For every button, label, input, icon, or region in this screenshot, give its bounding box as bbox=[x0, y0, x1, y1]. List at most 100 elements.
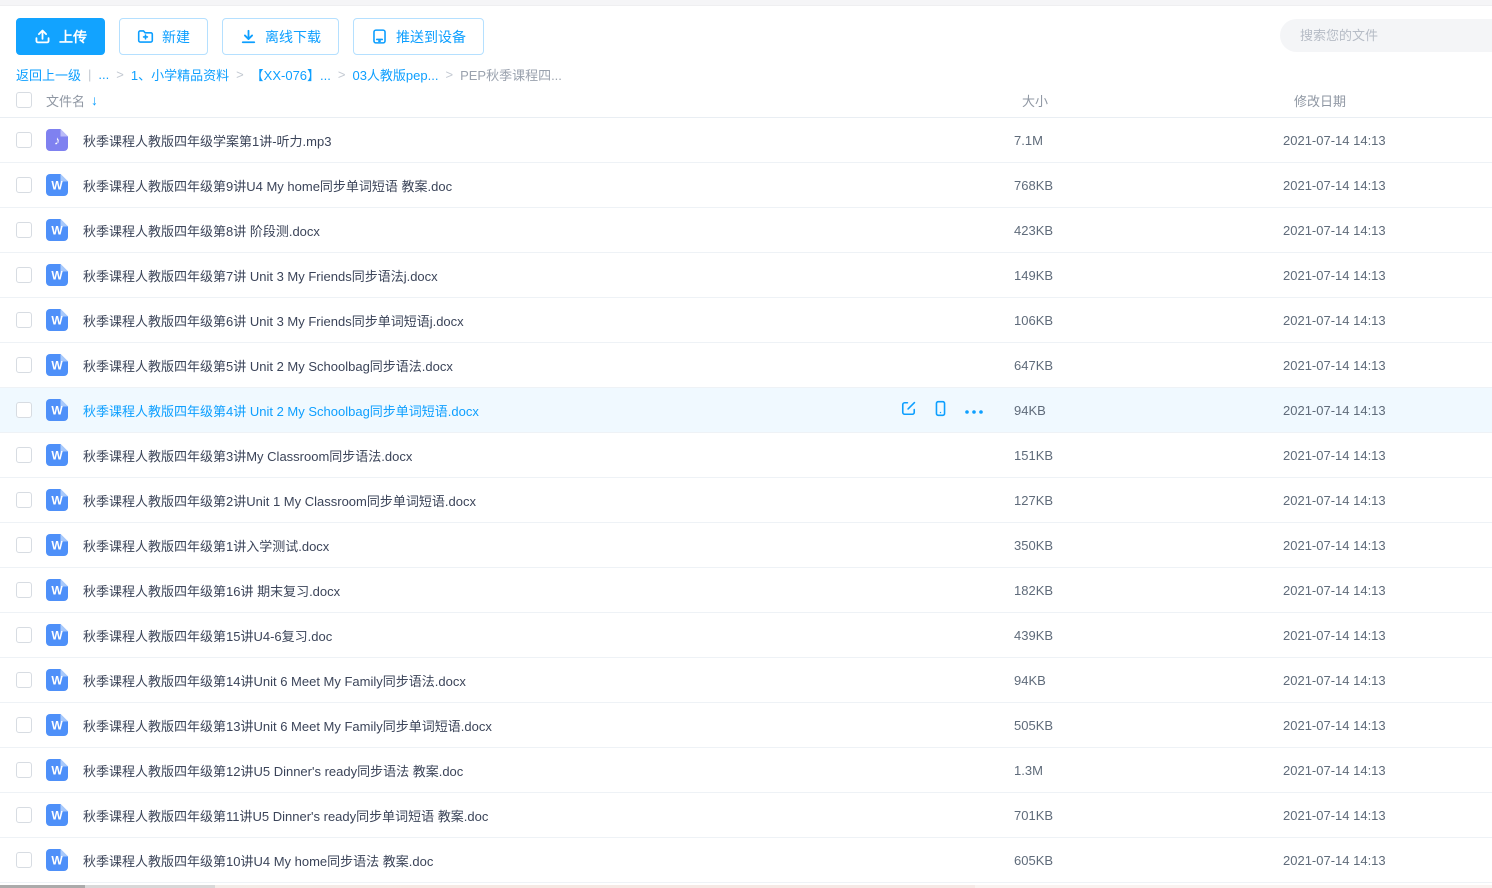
file-row[interactable]: W 秋季课程人教版四年级第10讲U4 My home同步语法 教案.doc 60… bbox=[0, 838, 1492, 883]
sort-desc-icon[interactable]: ↓ bbox=[91, 93, 98, 107]
new-button[interactable]: 新建 bbox=[119, 18, 208, 55]
header-name-label[interactable]: 文件名 bbox=[46, 91, 85, 110]
row-checkbox[interactable] bbox=[16, 132, 32, 148]
more-actions-icon[interactable] bbox=[964, 403, 984, 418]
search-input[interactable] bbox=[1280, 19, 1492, 52]
file-name-link[interactable]: 秋季课程人教版四年级第14讲Unit 6 Meet My Family同步语法.… bbox=[83, 671, 466, 690]
row-checkbox[interactable] bbox=[16, 357, 32, 373]
row-icon-cell: W bbox=[46, 399, 83, 421]
row-name-cell: 秋季课程人教版四年级第7讲 Unit 3 My Friends同步语法j.doc… bbox=[83, 266, 1014, 285]
row-checkbox[interactable] bbox=[16, 267, 32, 283]
file-date: 2021-07-14 14:13 bbox=[1283, 673, 1492, 688]
header-date-label[interactable]: 修改日期 bbox=[1283, 91, 1492, 110]
file-row[interactable]: W 秋季课程人教版四年级第5讲 Unit 2 My Schoolbag同步语法.… bbox=[0, 343, 1492, 388]
file-size: 151KB bbox=[1014, 448, 1283, 463]
file-row[interactable]: W 秋季课程人教版四年级第9讲U4 My home同步单词短语 教案.doc 7… bbox=[0, 163, 1492, 208]
file-name-link[interactable]: 秋季课程人教版四年级学案第1讲-听力.mp3 bbox=[83, 131, 331, 150]
row-checkbox[interactable] bbox=[16, 852, 32, 868]
file-row[interactable]: W 秋季课程人教版四年级第15讲U4-6复习.doc 439KB 2021-07… bbox=[0, 613, 1492, 658]
file-name-link[interactable]: 秋季课程人教版四年级第9讲U4 My home同步单词短语 教案.doc bbox=[83, 176, 452, 195]
select-all-checkbox[interactable] bbox=[16, 92, 32, 108]
row-checkbox[interactable] bbox=[16, 402, 32, 418]
file-name-link[interactable]: 秋季课程人教版四年级第4讲 Unit 2 My Schoolbag同步单词短语.… bbox=[83, 401, 479, 420]
file-type-icon: W bbox=[46, 669, 68, 691]
file-row[interactable]: W 秋季课程人教版四年级第1讲入学测试.docx 350KB 2021-07-1… bbox=[0, 523, 1492, 568]
file-type-icon: W bbox=[46, 174, 68, 196]
file-date: 2021-07-14 14:13 bbox=[1283, 583, 1492, 598]
row-checkbox[interactable] bbox=[16, 537, 32, 553]
breadcrumb-link[interactable]: 03人教版pep... bbox=[352, 65, 438, 84]
file-type-icon: W bbox=[46, 444, 68, 466]
row-icon-cell: W bbox=[46, 624, 83, 646]
row-icon-cell: W bbox=[46, 489, 83, 511]
row-checkbox[interactable] bbox=[16, 492, 32, 508]
row-checkbox-cell bbox=[16, 312, 46, 328]
file-name-link[interactable]: 秋季课程人教版四年级第2讲Unit 1 My Classroom同步单词短语.d… bbox=[83, 491, 476, 510]
breadcrumb-link[interactable]: 1、小学精品资料 bbox=[131, 65, 229, 84]
rename-icon[interactable] bbox=[900, 400, 917, 420]
row-checkbox[interactable] bbox=[16, 582, 32, 598]
file-row[interactable]: W 秋季课程人教版四年级第6讲 Unit 3 My Friends同步单词短语j… bbox=[0, 298, 1492, 343]
file-row[interactable]: W 秋季课程人教版四年级第3讲My Classroom同步语法.docx 151… bbox=[0, 433, 1492, 478]
push-to-device-button[interactable]: 推送到设备 bbox=[353, 18, 484, 55]
file-row[interactable]: ♪ 秋季课程人教版四年级学案第1讲-听力.mp3 7.1M 2021-07-14… bbox=[0, 118, 1492, 163]
row-checkbox[interactable] bbox=[16, 177, 32, 193]
row-checkbox[interactable] bbox=[16, 627, 32, 643]
send-to-device-icon[interactable] bbox=[933, 400, 948, 420]
file-name-link[interactable]: 秋季课程人教版四年级第11讲U5 Dinner's ready同步单词短语 教案… bbox=[83, 806, 488, 825]
file-name-link[interactable]: 秋季课程人教版四年级第3讲My Classroom同步语法.docx bbox=[83, 446, 412, 465]
row-checkbox[interactable] bbox=[16, 222, 32, 238]
file-row[interactable]: W 秋季课程人教版四年级第13讲Unit 6 Meet My Family同步单… bbox=[0, 703, 1492, 748]
file-name-link[interactable]: 秋季课程人教版四年级第15讲U4-6复习.doc bbox=[83, 626, 332, 645]
file-row[interactable]: W 秋季课程人教版四年级第14讲Unit 6 Meet My Family同步语… bbox=[0, 658, 1492, 703]
svg-text:W: W bbox=[51, 359, 63, 373]
offline-download-button-label: 离线下载 bbox=[265, 27, 321, 47]
breadcrumb-link[interactable]: ... bbox=[98, 67, 109, 82]
file-name-link[interactable]: 秋季课程人教版四年级第8讲 阶段测.docx bbox=[83, 221, 320, 240]
file-row[interactable]: W 秋季课程人教版四年级第11讲U5 Dinner's ready同步单词短语 … bbox=[0, 793, 1492, 838]
file-name-link[interactable]: 秋季课程人教版四年级第7讲 Unit 3 My Friends同步语法j.doc… bbox=[83, 266, 438, 285]
row-icon-cell: W bbox=[46, 849, 83, 871]
file-name-link[interactable]: 秋季课程人教版四年级第1讲入学测试.docx bbox=[83, 536, 329, 555]
file-date: 2021-07-14 14:13 bbox=[1283, 403, 1492, 418]
breadcrumb-pipe: | bbox=[88, 67, 91, 82]
row-name-cell: 秋季课程人教版四年级第6讲 Unit 3 My Friends同步单词短语j.d… bbox=[83, 311, 1014, 330]
file-row[interactable]: W 秋季课程人教版四年级第12讲U5 Dinner's ready同步语法 教案… bbox=[0, 748, 1492, 793]
file-list: ♪ 秋季课程人教版四年级学案第1讲-听力.mp3 7.1M 2021-07-14… bbox=[0, 118, 1492, 883]
file-name-link[interactable]: 秋季课程人教版四年级第6讲 Unit 3 My Friends同步单词短语j.d… bbox=[83, 311, 464, 330]
row-checkbox[interactable] bbox=[16, 447, 32, 463]
row-checkbox[interactable] bbox=[16, 807, 32, 823]
row-checkbox[interactable] bbox=[16, 762, 32, 778]
breadcrumb-link[interactable]: 【XX-076】... bbox=[251, 65, 331, 84]
offline-download-button[interactable]: 离线下载 bbox=[222, 18, 339, 55]
row-checkbox[interactable] bbox=[16, 312, 32, 328]
file-name-link[interactable]: 秋季课程人教版四年级第5讲 Unit 2 My Schoolbag同步语法.do… bbox=[83, 356, 453, 375]
file-name-link[interactable]: 秋季课程人教版四年级第10讲U4 My home同步语法 教案.doc bbox=[83, 851, 433, 870]
file-row[interactable]: W 秋季课程人教版四年级第8讲 阶段测.docx 423KB 2021-07-1… bbox=[0, 208, 1492, 253]
row-checkbox-cell bbox=[16, 762, 46, 778]
upload-button[interactable]: 上传 bbox=[16, 18, 105, 55]
row-icon-cell: W bbox=[46, 264, 83, 286]
file-row[interactable]: W 秋季课程人教版四年级第16讲 期末复习.docx 182KB 2021-07… bbox=[0, 568, 1492, 613]
header-size-label[interactable]: 大小 bbox=[1014, 91, 1283, 110]
row-name-cell: 秋季课程人教版四年级第8讲 阶段测.docx bbox=[83, 221, 1014, 240]
row-icon-cell: W bbox=[46, 804, 83, 826]
row-checkbox[interactable] bbox=[16, 672, 32, 688]
svg-text:W: W bbox=[51, 449, 63, 463]
row-checkbox[interactable] bbox=[16, 717, 32, 733]
breadcrumb-back-link[interactable]: 返回上一级 bbox=[16, 65, 81, 84]
file-row[interactable]: W 秋季课程人教版四年级第7讲 Unit 3 My Friends同步语法j.d… bbox=[0, 253, 1492, 298]
file-date: 2021-07-14 14:13 bbox=[1283, 133, 1492, 148]
row-checkbox-cell bbox=[16, 582, 46, 598]
row-checkbox-cell bbox=[16, 672, 46, 688]
row-checkbox-cell bbox=[16, 807, 46, 823]
file-row[interactable]: W 秋季课程人教版四年级第4讲 Unit 2 My Schoolbag同步单词短… bbox=[0, 388, 1492, 433]
file-row[interactable]: W 秋季课程人教版四年级第2讲Unit 1 My Classroom同步单词短语… bbox=[0, 478, 1492, 523]
file-name-link[interactable]: 秋季课程人教版四年级第12讲U5 Dinner's ready同步语法 教案.d… bbox=[83, 761, 463, 780]
upload-icon bbox=[34, 28, 51, 45]
breadcrumb-items: ...>1、小学精品资料>【XX-076】...>03人教版pep...>PEP… bbox=[98, 65, 562, 84]
row-checkbox-cell bbox=[16, 222, 46, 238]
file-name-link[interactable]: 秋季课程人教版四年级第13讲Unit 6 Meet My Family同步单词短… bbox=[83, 716, 492, 735]
file-name-link[interactable]: 秋季课程人教版四年级第16讲 期末复习.docx bbox=[83, 581, 340, 600]
row-icon-cell: W bbox=[46, 174, 83, 196]
